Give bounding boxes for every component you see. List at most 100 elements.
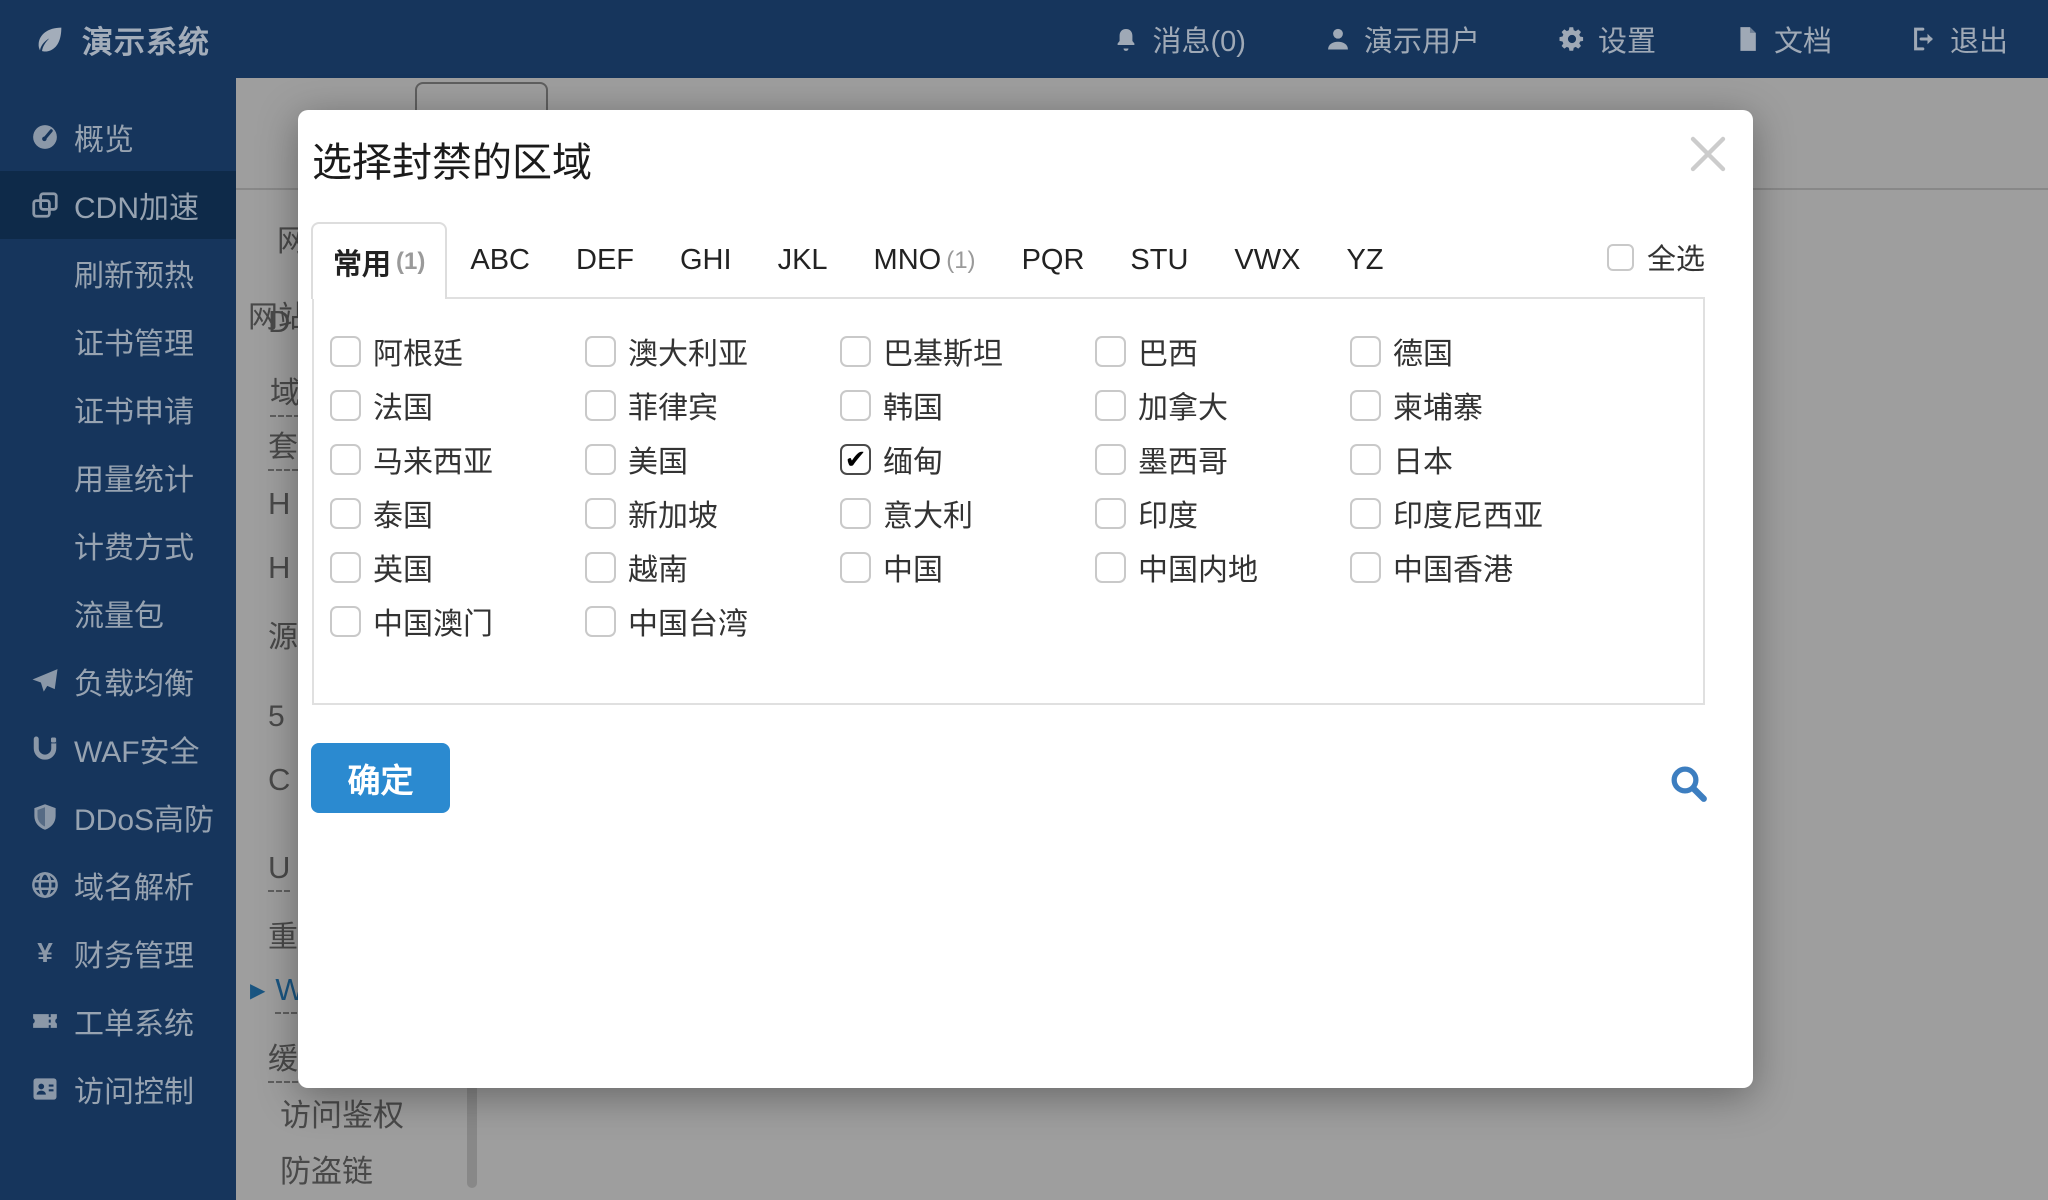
checkbox-unchecked[interactable] <box>585 444 616 475</box>
checkbox-unchecked[interactable] <box>1095 498 1126 529</box>
sidebar-item-dns[interactable]: 域名解析 <box>0 851 236 919</box>
topbar-item-user[interactable]: 演示用户 <box>1324 18 1480 60</box>
checkbox-checked[interactable]: ✔ <box>840 444 871 475</box>
topbar-item-logout[interactable]: 退出 <box>1910 18 2008 60</box>
region-option[interactable]: 中国香港 <box>1350 545 1605 589</box>
checkbox-unchecked[interactable] <box>1095 552 1126 583</box>
checkbox-unchecked[interactable] <box>1350 498 1381 529</box>
checkbox-unchecked[interactable] <box>330 444 361 475</box>
sidebar-item-tickets[interactable]: 工单系统 <box>0 987 236 1055</box>
sidebar-item-traffic-pack[interactable]: 流量包 <box>0 579 236 647</box>
region-option[interactable]: ✔缅甸 <box>840 437 1095 481</box>
checkbox-unchecked[interactable] <box>585 336 616 367</box>
region-option[interactable]: 英国 <box>330 545 585 589</box>
tab-pqr[interactable]: PQR <box>999 222 1108 299</box>
region-option[interactable]: 马来西亚 <box>330 437 585 481</box>
region-option[interactable]: 中国台湾 <box>585 599 840 643</box>
checkbox-unchecked[interactable] <box>585 390 616 421</box>
sidebar-item-waf[interactable]: WAF安全 <box>0 715 236 783</box>
region-option[interactable]: 泰国 <box>330 491 585 535</box>
tab-stu[interactable]: STU <box>1107 222 1211 299</box>
tab-count: (1) <box>946 247 975 275</box>
region-option[interactable]: 墨西哥 <box>1095 437 1350 481</box>
tab-common[interactable]: 常用(1) <box>311 222 447 299</box>
region-option[interactable]: 柬埔寨 <box>1350 383 1605 427</box>
checkbox-unchecked[interactable] <box>1350 336 1381 367</box>
tab-mno[interactable]: MNO(1) <box>851 222 999 299</box>
region-option[interactable]: 日本 <box>1350 437 1605 481</box>
region-option[interactable]: 意大利 <box>840 491 1095 535</box>
topbar-item-messages[interactable]: 消息(0) <box>1112 18 1245 60</box>
region-option[interactable]: 澳大利亚 <box>585 329 840 373</box>
region-label: 中国台湾 <box>628 599 748 643</box>
confirm-button[interactable]: 确定 <box>311 743 450 813</box>
sidebar-item-finance[interactable]: ¥财务管理 <box>0 919 236 987</box>
sidebar-item-cert-manage[interactable]: 证书管理 <box>0 307 236 375</box>
region-option[interactable]: 中国澳门 <box>330 599 585 643</box>
region-option[interactable]: 美国 <box>585 437 840 481</box>
tab-def[interactable]: DEF <box>553 222 657 299</box>
close-icon[interactable] <box>1684 130 1732 178</box>
region-option[interactable]: 越南 <box>585 545 840 589</box>
checkbox-unchecked[interactable] <box>1095 336 1126 367</box>
region-option[interactable]: 加拿大 <box>1095 383 1350 427</box>
checkbox-unchecked[interactable] <box>840 336 871 367</box>
region-option[interactable]: 印度 <box>1095 491 1350 535</box>
region-option[interactable]: 韩国 <box>840 383 1095 427</box>
checkbox-unchecked[interactable] <box>330 336 361 367</box>
region-option[interactable]: 德国 <box>1350 329 1605 373</box>
select-all-toggle[interactable]: 全选 <box>1607 236 1705 278</box>
sidebar-item-overview[interactable]: 概览 <box>0 103 236 171</box>
checkbox-unchecked[interactable] <box>1350 552 1381 583</box>
sidebar-item-usage-stats[interactable]: 用量统计 <box>0 443 236 511</box>
region-option[interactable]: 阿根廷 <box>330 329 585 373</box>
region-label: 德国 <box>1393 329 1453 373</box>
checkbox-unchecked[interactable] <box>585 552 616 583</box>
checkbox-unchecked[interactable] <box>1350 444 1381 475</box>
tab-yz[interactable]: YZ <box>1323 222 1406 299</box>
sidebar-item-billing-mode[interactable]: 计费方式 <box>0 511 236 579</box>
globe-icon <box>28 870 62 900</box>
dashboard-icon <box>28 122 62 152</box>
topbar-item-settings[interactable]: 设置 <box>1558 18 1656 60</box>
region-option[interactable]: 菲律宾 <box>585 383 840 427</box>
checkbox-unchecked[interactable] <box>330 390 361 421</box>
checkbox-unchecked[interactable] <box>330 606 361 637</box>
sidebar-item-access-control[interactable]: 访问控制 <box>0 1055 236 1123</box>
checkbox-unchecked[interactable] <box>840 498 871 529</box>
sidebar-item-label: 证书管理 <box>74 319 194 363</box>
select-all-checkbox[interactable] <box>1607 244 1634 271</box>
sidebar-item-label: 流量包 <box>74 591 164 635</box>
region-option[interactable]: 巴西 <box>1095 329 1350 373</box>
checkbox-unchecked[interactable] <box>585 606 616 637</box>
checkbox-unchecked[interactable] <box>1350 390 1381 421</box>
checkbox-unchecked[interactable] <box>585 498 616 529</box>
tab-jkl[interactable]: JKL <box>755 222 851 299</box>
sidebar-item-cdn[interactable]: CDN加速 <box>0 171 236 239</box>
region-option[interactable]: 新加坡 <box>585 491 840 535</box>
search-icon[interactable] <box>1667 762 1709 804</box>
sidebar-item-cert-apply[interactable]: 证书申请 <box>0 375 236 443</box>
sidebar-item-label: DDoS高防 <box>74 795 214 839</box>
region-option[interactable]: 中国内地 <box>1095 545 1350 589</box>
sidebar-item-load-balance[interactable]: 负载均衡 <box>0 647 236 715</box>
topbar-item-docs[interactable]: 文档 <box>1734 18 1832 60</box>
checkbox-unchecked[interactable] <box>330 498 361 529</box>
sidebar-item-ddos[interactable]: DDoS高防 <box>0 783 236 851</box>
sidebar-item-refresh-preheat[interactable]: 刷新预热 <box>0 239 236 307</box>
region-label: 巴基斯坦 <box>883 329 1003 373</box>
region-option[interactable]: 法国 <box>330 383 585 427</box>
region-option[interactable]: 巴基斯坦 <box>840 329 1095 373</box>
region-option[interactable]: 印度尼西亚 <box>1350 491 1605 535</box>
region-option[interactable]: 中国 <box>840 545 1095 589</box>
checkbox-unchecked[interactable] <box>1095 444 1126 475</box>
checkbox-unchecked[interactable] <box>840 552 871 583</box>
checkbox-unchecked[interactable] <box>840 390 871 421</box>
region-label: 巴西 <box>1138 329 1198 373</box>
tab-abc[interactable]: ABC <box>447 222 553 299</box>
checkbox-unchecked[interactable] <box>330 552 361 583</box>
tab-vwx[interactable]: VWX <box>1211 222 1323 299</box>
tab-label: GHI <box>680 244 732 277</box>
checkbox-unchecked[interactable] <box>1095 390 1126 421</box>
tab-ghi[interactable]: GHI <box>657 222 755 299</box>
